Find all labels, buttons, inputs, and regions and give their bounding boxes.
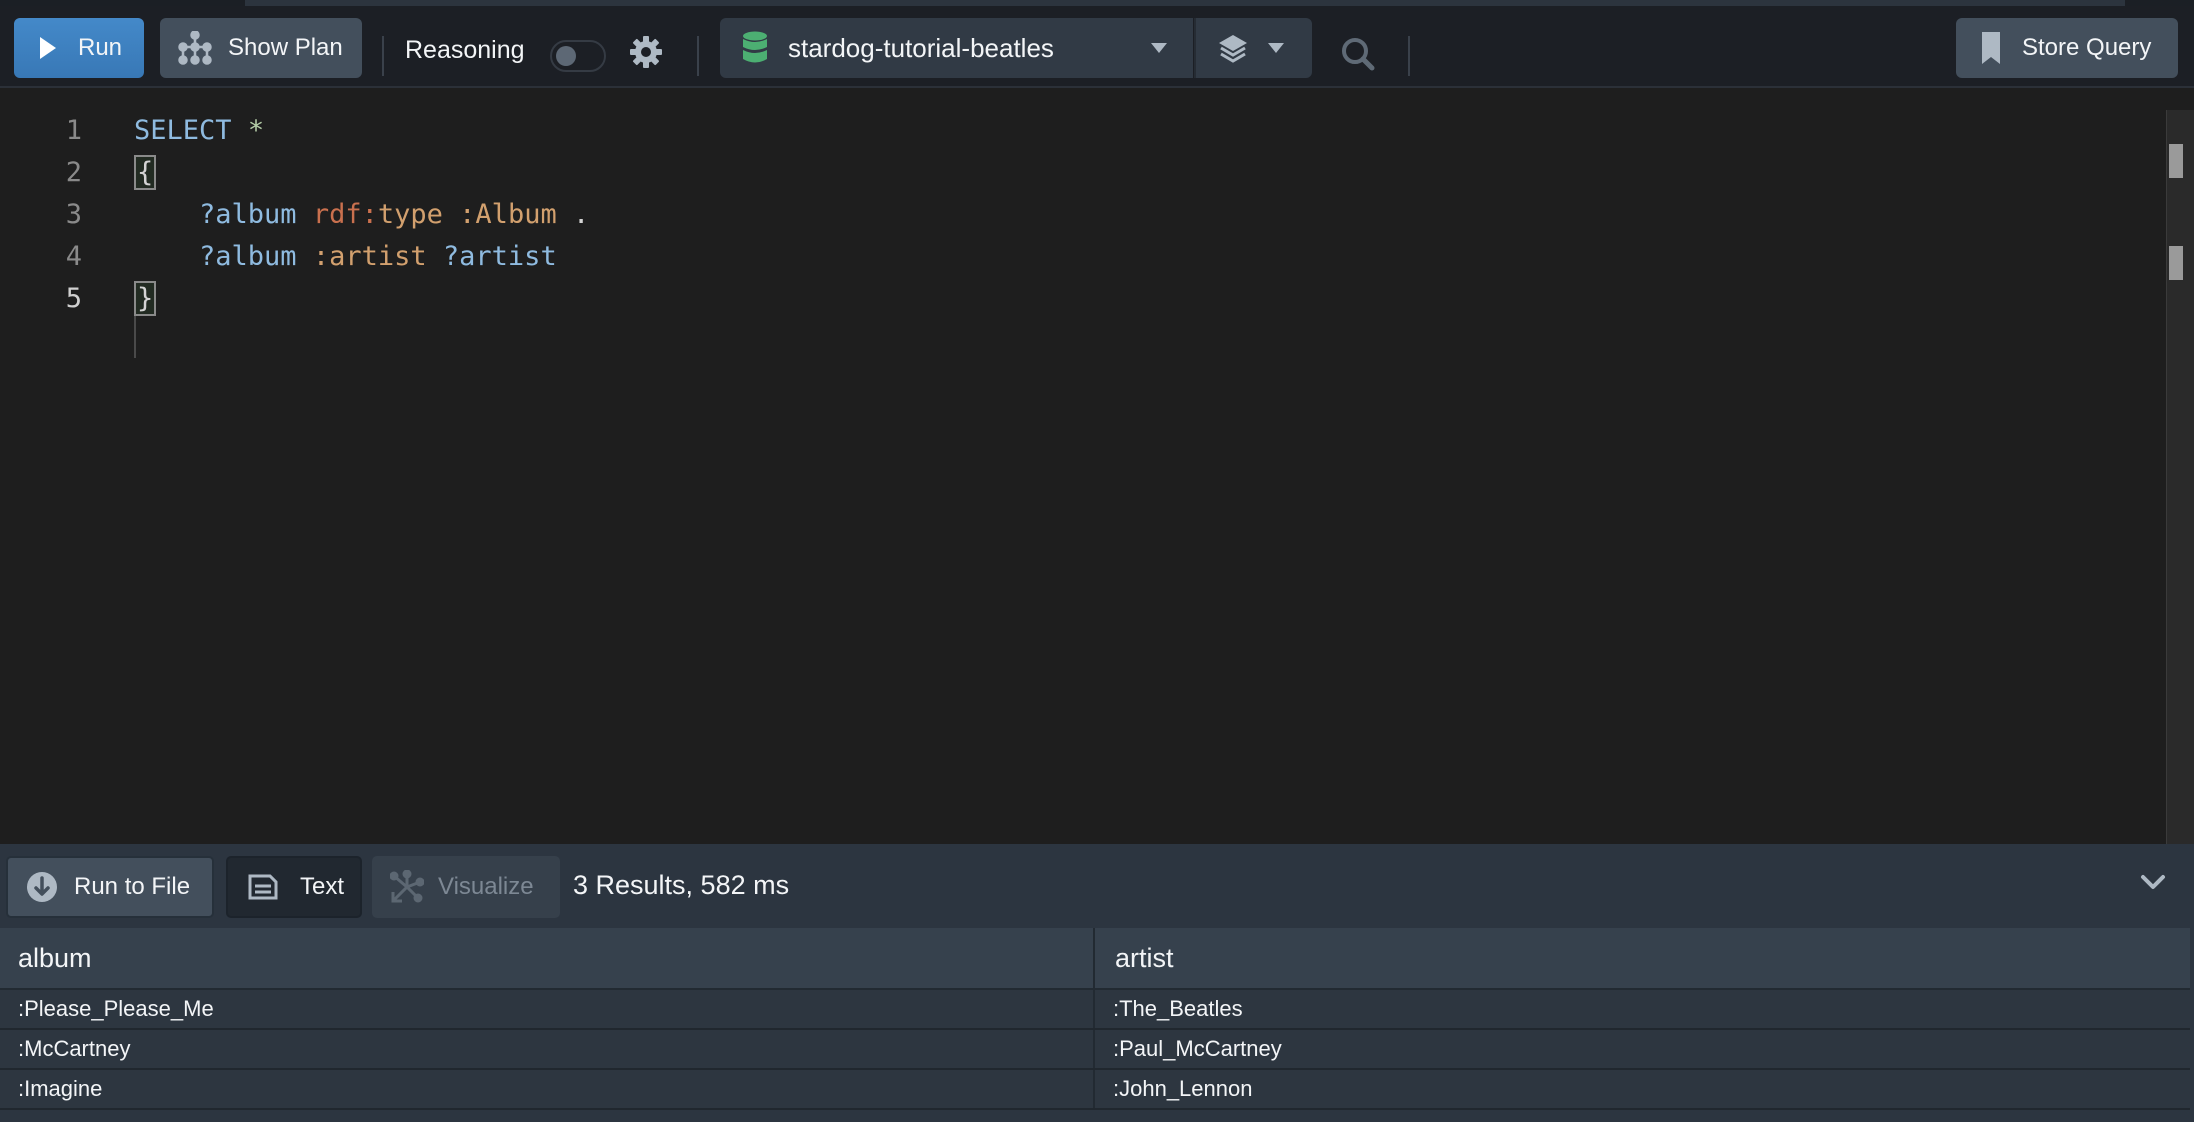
run-button-label: Run — [78, 34, 123, 61]
search-icon[interactable] — [1340, 36, 1376, 72]
cell-artist: :John_Lennon — [1113, 1076, 1253, 1101]
line-number: 4 — [65, 240, 82, 272]
prefix-rdf: rdf: — [312, 198, 378, 230]
database-icon — [743, 31, 767, 63]
query-toolbar: Run Show Plan Reasoning stardog-tutorial… — [0, 6, 2194, 88]
graph-visualize-icon — [390, 870, 424, 903]
column-header-album[interactable]: album — [0, 928, 1095, 988]
gear-icon[interactable] — [628, 34, 664, 70]
open-brace-matched: { — [134, 154, 157, 190]
named-graph-selector[interactable] — [1194, 18, 1312, 78]
table-row: :McCartney :Paul_McCartney — [0, 1030, 2190, 1070]
bookmark-icon — [1982, 32, 2000, 64]
line-number: 1 — [65, 114, 82, 146]
variable-album: ?album — [199, 240, 297, 272]
editor-line: 4 ?album :artist ?artist — [0, 235, 2160, 277]
visualize-label: Visualize — [438, 873, 534, 900]
line-number: 5 — [65, 282, 82, 314]
text-view-label: Text — [300, 873, 345, 900]
editor-scrollbar[interactable] — [2166, 110, 2194, 844]
cell-artist: :The_Beatles — [1113, 996, 1243, 1021]
results-table: album artist :Please_Please_Me :The_Beat… — [0, 928, 2190, 1110]
chevron-down-icon — [1151, 43, 1167, 53]
variable-artist: ?artist — [442, 240, 557, 272]
column-header-artist[interactable]: artist — [1095, 928, 2190, 988]
run-button[interactable]: Run — [14, 18, 144, 78]
reasoning-label: Reasoning — [405, 36, 525, 64]
download-circle-icon — [27, 872, 57, 902]
run-to-file-label: Run to File — [74, 873, 191, 900]
toolbar-divider — [382, 36, 384, 76]
query-editor[interactable]: 1 SELECT * 2 { 3 ?album rdf:type :Album … — [0, 90, 2194, 844]
reasoning-toggle[interactable] — [550, 40, 606, 72]
store-query-button[interactable]: Store Query — [1956, 18, 2178, 78]
local-type: type — [377, 198, 443, 230]
toggle-knob — [556, 46, 576, 66]
database-name: stardog-tutorial-beatles — [788, 32, 1054, 63]
text-view-button[interactable]: Text — [226, 856, 362, 918]
triple-dot: . — [572, 198, 590, 230]
database-selector[interactable]: stardog-tutorial-beatles — [720, 18, 1193, 78]
table-row: :Imagine :John_Lennon — [0, 1070, 2190, 1110]
predicate-artist: :artist — [312, 240, 427, 272]
line-number: 3 — [65, 198, 82, 230]
chevron-down-icon — [1268, 43, 1284, 53]
table-row: :Please_Please_Me :The_Beatles — [0, 990, 2190, 1030]
line-number: 2 — [65, 156, 82, 188]
store-query-label: Store Query — [2022, 34, 2152, 61]
plan-tree-icon — [178, 31, 212, 65]
editor-line: 2 { — [0, 151, 2160, 193]
document-icon — [248, 874, 278, 900]
editor-line: 1 SELECT * — [0, 109, 2160, 151]
iri-album: :Album — [459, 198, 557, 230]
results-summary: 3 Results, 582 ms — [573, 870, 790, 900]
editor-line: 3 ?album rdf:type :Album . — [0, 193, 2160, 235]
run-to-file-button[interactable]: Run to File — [6, 856, 214, 918]
close-brace-matched: } — [134, 280, 157, 316]
variable-album: ?album — [199, 198, 297, 230]
keyword-select: SELECT — [134, 114, 232, 146]
scrollbar-thumb[interactable] — [2169, 144, 2183, 178]
scrollbar-marker — [2169, 246, 2183, 280]
cell-album: :Please_Please_Me — [0, 990, 1095, 1028]
cell-album: :Imagine — [0, 1070, 1095, 1108]
table-header: album artist — [0, 928, 2190, 990]
show-plan-label: Show Plan — [228, 34, 343, 61]
cell-artist: :Paul_McCartney — [1113, 1036, 1282, 1061]
layers-icon — [1219, 35, 1247, 63]
select-star: * — [247, 114, 265, 146]
toolbar-divider — [1408, 36, 1410, 76]
toolbar-divider — [697, 36, 699, 76]
results-panel: Run to File Text Visualize 3 Results, 58… — [0, 844, 2194, 1122]
show-plan-button[interactable]: Show Plan — [160, 18, 362, 78]
visualize-button[interactable]: Visualize — [372, 856, 560, 918]
chevron-down-icon[interactable] — [2140, 874, 2166, 890]
cell-album: :McCartney — [0, 1030, 1095, 1068]
play-icon — [40, 37, 56, 59]
editor-line: 5 } — [0, 277, 2160, 319]
